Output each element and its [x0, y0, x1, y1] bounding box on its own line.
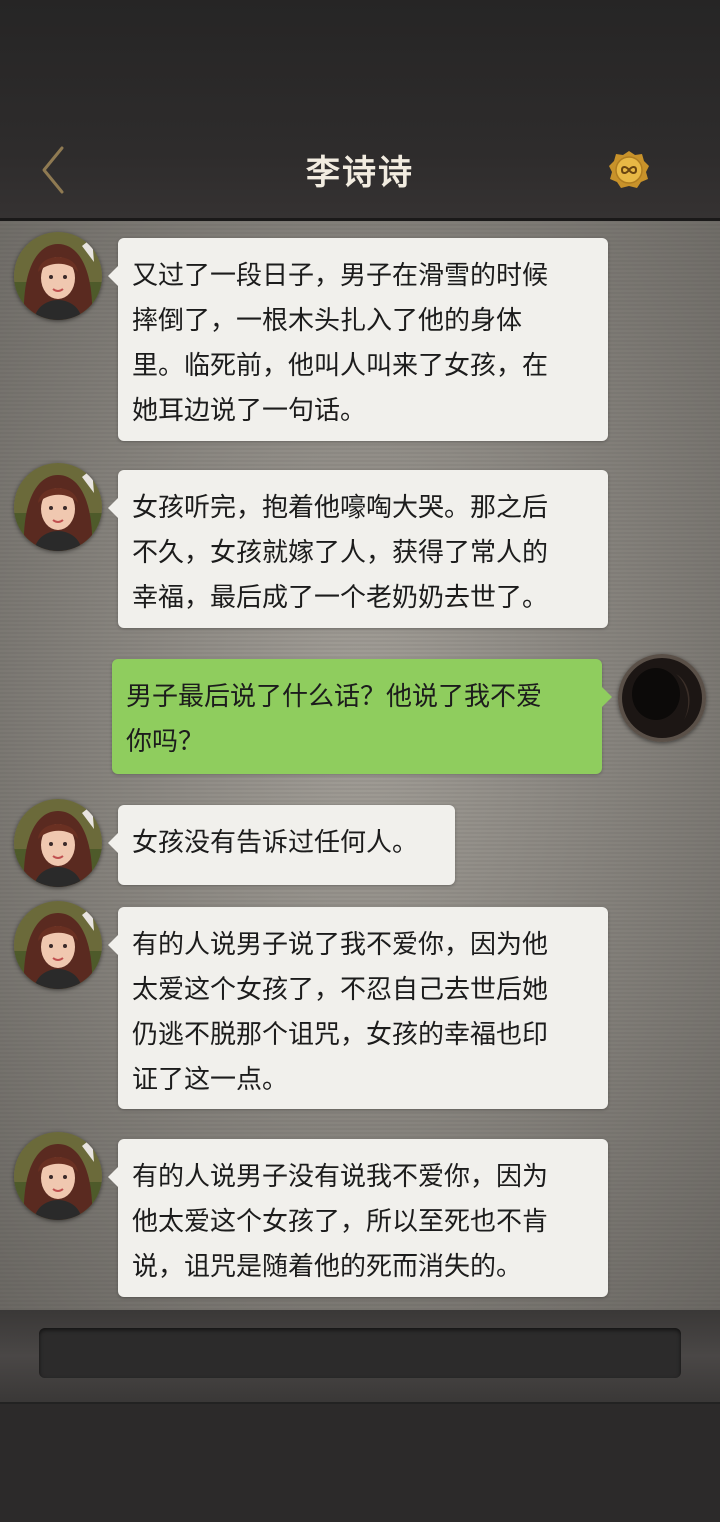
- message-bubble-received[interactable]: 有的人说男子没有说我不爱你，因为 他太爱这个女孩了，所以至死也不肯 说，诅咒是随…: [108, 1139, 608, 1297]
- top-bar: 李诗诗: [0, 0, 720, 221]
- message-bubble-received[interactable]: 女孩听完，抱着他嚎啕大哭。那之后 不久，女孩就嫁了人，获得了常人的 幸福，最后成…: [108, 470, 608, 628]
- message-line: 里。临死前，他叫人叫来了女孩，在: [132, 351, 549, 381]
- message-line: 不久，女孩就嫁了人，获得了常人的: [132, 538, 549, 568]
- input-bar: [0, 1310, 720, 1402]
- message-bubble-received[interactable]: 女孩没有告诉过任何人。: [108, 805, 455, 885]
- message-bubble-sent[interactable]: 男子最后说了什么话？他说了我不爱 你吗？: [112, 659, 612, 774]
- contact-avatar[interactable]: [14, 232, 102, 320]
- message-line: 证了这一点。: [132, 1065, 289, 1095]
- message-line: 摔倒了，一根木头扎入了他的身体: [132, 306, 523, 336]
- infinity-coin-icon: [609, 151, 649, 188]
- infinity-coin-button[interactable]: [608, 150, 650, 190]
- message-line: 他太爱这个女孩了，所以至死也不肯: [132, 1207, 549, 1237]
- message-bubble-received[interactable]: 又过了一段日子，男子在滑雪的时候 摔倒了，一根木头扎入了他的身体 里。临死前，他…: [108, 238, 608, 441]
- message-input[interactable]: [39, 1328, 681, 1378]
- message-line: 又过了一段日子，男子在滑雪的时候: [132, 261, 549, 291]
- bottom-panel: [0, 1402, 720, 1522]
- contact-avatar[interactable]: [14, 901, 102, 989]
- message-line: 女孩没有告诉过任何人。: [132, 828, 419, 858]
- contact-avatar[interactable]: [14, 463, 102, 551]
- message-line: 有的人说男子说了我不爱你，因为他: [132, 930, 549, 960]
- message-line: 女孩听完，抱着他嚎啕大哭。那之后: [132, 493, 549, 523]
- message-line: 她耳边说了一句话。: [132, 396, 367, 426]
- message-line: 仍逃不脱那个诅咒，女孩的幸福也印: [132, 1020, 549, 1050]
- message-line: 男子最后说了什么话？他说了我不爱: [126, 682, 543, 712]
- message-line: 太爱这个女孩了，不忍自己去世后她: [132, 975, 549, 1005]
- user-avatar[interactable]: [618, 654, 706, 742]
- message-line: 有的人说男子没有说我不爱你，因为: [132, 1162, 549, 1192]
- message-line: 幸福，最后成了一个老奶奶去世了。: [132, 583, 549, 613]
- message-line: 说，诅咒是随着他的死而消失的。: [132, 1252, 523, 1282]
- message-line: 你吗？: [126, 727, 205, 757]
- contact-avatar[interactable]: [14, 1132, 102, 1220]
- contact-avatar[interactable]: [14, 799, 102, 887]
- message-bubble-received[interactable]: 有的人说男子说了我不爱你，因为他 太爱这个女孩了，不忍自己去世后她 仍逃不脱那个…: [108, 907, 608, 1109]
- chat-area[interactable]: 又过了一段日子，男子在滑雪的时候 摔倒了，一根木头扎入了他的身体 里。临死前，他…: [0, 221, 720, 1310]
